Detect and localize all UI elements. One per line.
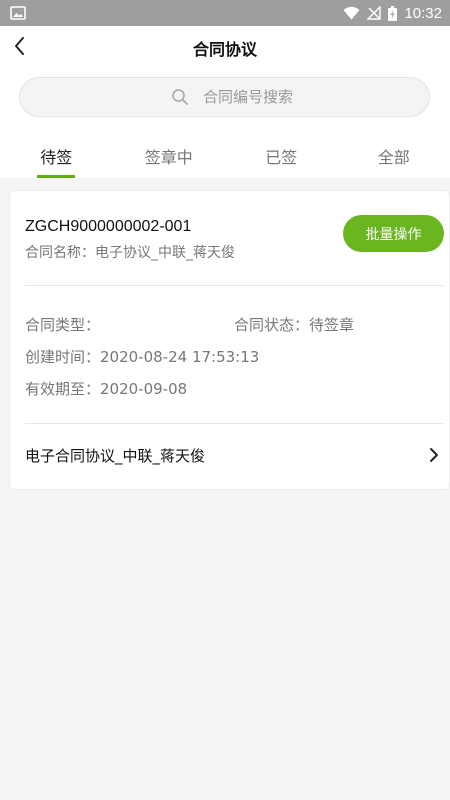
tab-signed[interactable]: 已签 (225, 138, 338, 178)
no-signal-icon (367, 6, 382, 20)
tab-all[interactable]: 全部 (338, 138, 450, 178)
battery-charging-icon (388, 5, 398, 21)
clock-time: 10:32 (404, 4, 442, 22)
chevron-right-icon (430, 448, 438, 462)
status-tabs: 待签 签章中 已签 全部 (0, 138, 450, 178)
contract-type: 合同类型： (25, 316, 101, 334)
created-time: 创建时间：2020-08-24 17:53:13 (25, 348, 260, 366)
contract-number: ZGCH9000000002-001 (25, 218, 192, 235)
status-bar: 10:32 (0, 0, 450, 26)
contract-card: ZGCH9000000002-001 合同名称：电子协议_中联_蒋天俊 批量操作… (9, 190, 450, 490)
search-icon (172, 89, 188, 105)
batch-operation-button[interactable]: 批量操作 (343, 215, 444, 252)
contract-name: 合同名称：电子协议_中联_蒋天俊 (25, 245, 235, 261)
contract-status: 合同状态：待签章 (234, 316, 355, 334)
gallery-icon (10, 6, 26, 20)
search-input[interactable] (203, 78, 403, 116)
expiry-date: 有效期至：2020-09-08 (25, 380, 188, 398)
contract-link-label: 电子合同协议_中联_蒋天俊 (25, 447, 206, 465)
tab-signing[interactable]: 签章中 (113, 138, 226, 178)
app-header: 合同协议 待签 签章中 已签 全部 (0, 26, 450, 178)
divider (25, 285, 444, 286)
contract-detail-link[interactable]: 电子合同协议_中联_蒋天俊 (10, 425, 449, 487)
search-bar[interactable] (19, 77, 430, 117)
divider (25, 423, 444, 424)
wifi-icon (343, 6, 360, 20)
tab-pending-sign[interactable]: 待签 (0, 138, 113, 178)
page-title: 合同协议 (192, 40, 257, 59)
